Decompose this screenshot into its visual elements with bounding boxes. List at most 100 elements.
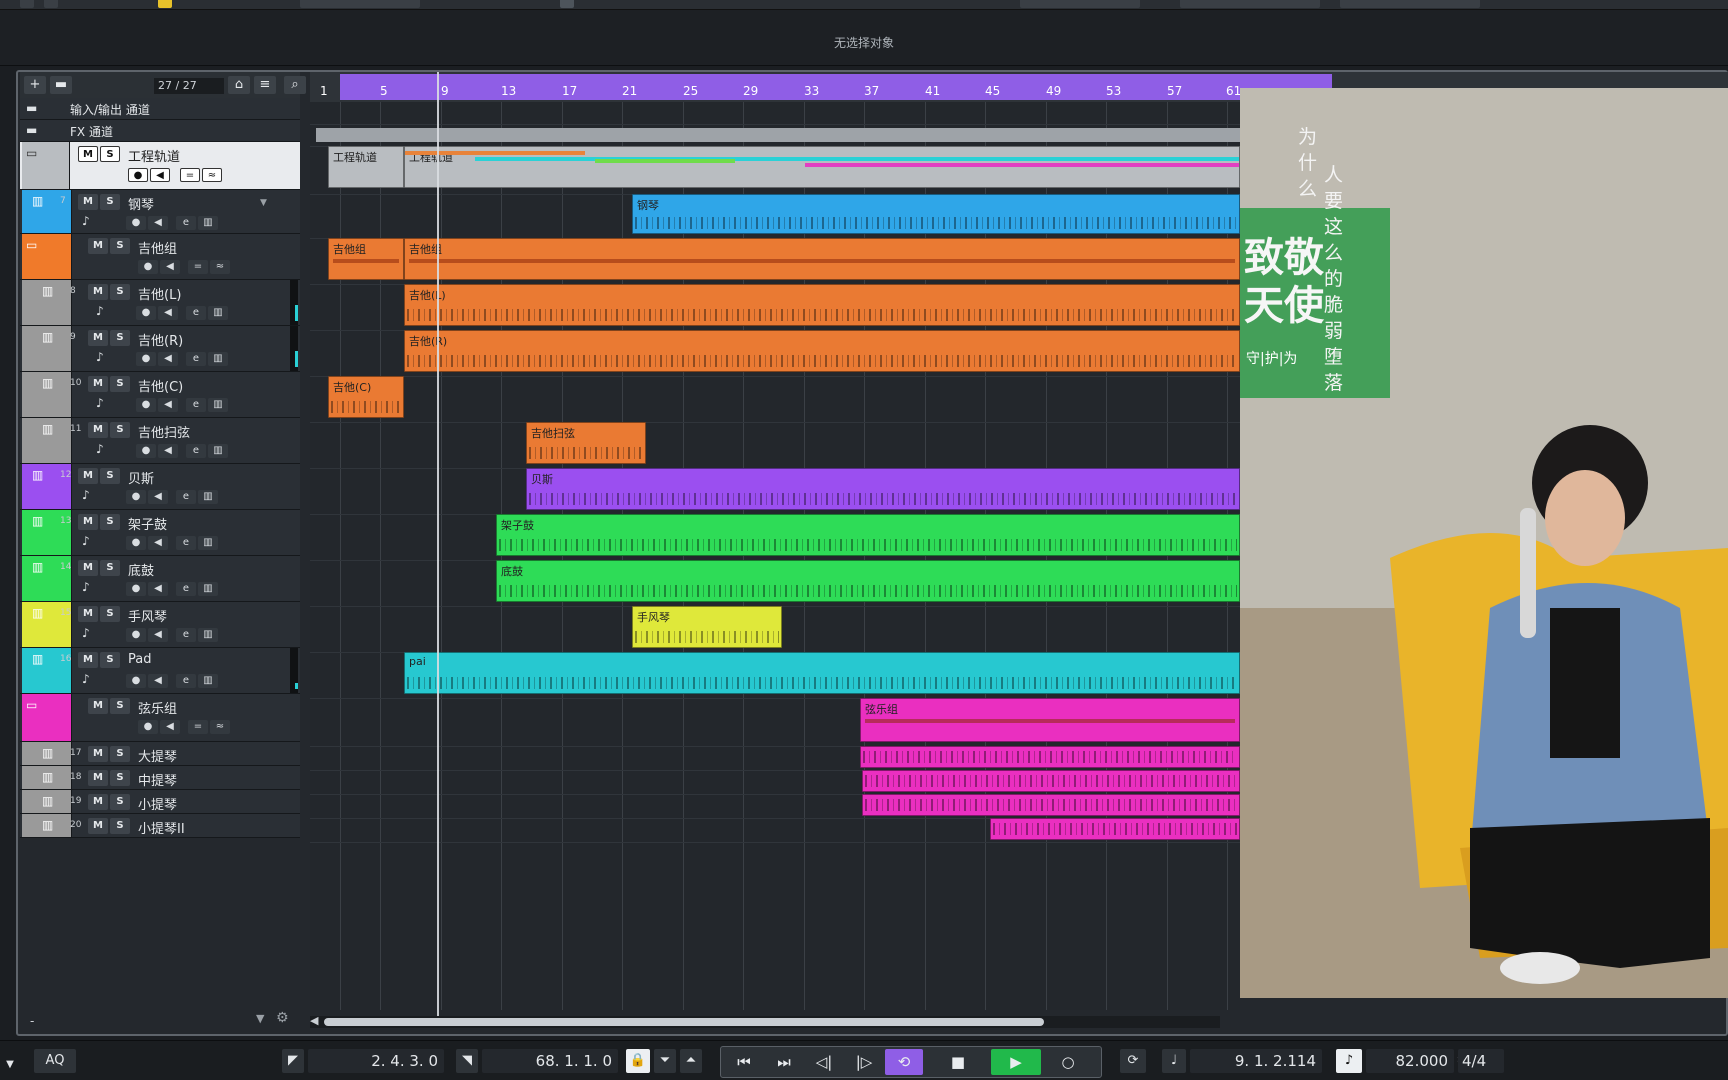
track-row[interactable]: ▭ M S 吉他组 ● ◀ = ≈ bbox=[20, 234, 300, 280]
tool-button[interactable] bbox=[560, 0, 574, 8]
solo-button[interactable]: S bbox=[100, 146, 120, 162]
scroll-left-icon[interactable]: ◀ bbox=[310, 1014, 318, 1027]
mute-button[interactable]: M bbox=[88, 238, 108, 254]
arrange-part[interactable]: 吉他组 bbox=[328, 238, 404, 280]
track-row[interactable]: ▥ 18 M S 中提琴 bbox=[20, 766, 300, 790]
folder-open-icon[interactable]: ▭ bbox=[26, 698, 37, 712]
arrange-part[interactable] bbox=[860, 746, 1240, 768]
play-icon[interactable]: ▶ bbox=[991, 1049, 1041, 1075]
arrange-part[interactable]: 吉他扫弦 bbox=[526, 422, 646, 464]
edit-button[interactable]: e bbox=[176, 536, 196, 550]
track-row[interactable]: ▬ 输入/输出 通道 bbox=[20, 98, 300, 120]
mute-button[interactable]: M bbox=[88, 422, 108, 438]
solo-button[interactable]: S bbox=[110, 238, 130, 254]
edit-button[interactable]: e bbox=[176, 490, 196, 504]
metronome-note-icon[interactable]: ♩ bbox=[1162, 1049, 1186, 1073]
right-locator-field[interactable]: 68. 1. 1. 0 bbox=[482, 1049, 618, 1073]
arrange-part[interactable]: 弦乐组 bbox=[860, 698, 1240, 742]
mute-button[interactable]: M bbox=[88, 770, 108, 786]
position-field[interactable]: 9. 1. 2.114 bbox=[1190, 1049, 1322, 1073]
editor-button[interactable]: ▥ bbox=[198, 628, 218, 642]
folder-open-icon[interactable]: ▭ bbox=[26, 146, 37, 160]
record-enable-button[interactable]: ● bbox=[138, 260, 158, 274]
edit-button[interactable]: e bbox=[176, 628, 196, 642]
edit-button[interactable]: e bbox=[186, 444, 206, 458]
track-row[interactable]: ▥ 14 M S 底鼓 ♪ ● ◀ e ▥ bbox=[20, 556, 300, 602]
monitor-button[interactable]: ◀ bbox=[148, 216, 168, 230]
mute-button[interactable]: M bbox=[78, 606, 98, 622]
editor-button[interactable]: ▥ bbox=[208, 398, 228, 412]
monitor-button[interactable]: ◀ bbox=[148, 490, 168, 504]
track-row[interactable]: ▥ 17 M S 大提琴 bbox=[20, 742, 300, 766]
mute-button[interactable]: M bbox=[78, 146, 98, 162]
punch-out-icon[interactable]: ⏶ bbox=[680, 1049, 702, 1073]
folder-open-icon[interactable]: ▭ bbox=[26, 238, 37, 252]
rewind-icon[interactable]: ◁| bbox=[805, 1049, 843, 1075]
toolbar-button-active[interactable] bbox=[158, 0, 172, 8]
record-enable-button[interactable]: ● bbox=[126, 674, 146, 688]
mute-button[interactable]: M bbox=[88, 330, 108, 346]
editor-button[interactable]: ▥ bbox=[198, 582, 218, 596]
search-icon[interactable]: ⌕ bbox=[284, 76, 306, 94]
left-locator-icon[interactable]: ◤ bbox=[282, 1049, 304, 1073]
monitor-button[interactable]: ◀ bbox=[148, 628, 168, 642]
arrange-part[interactable] bbox=[862, 794, 1240, 816]
aq-button[interactable]: AQ bbox=[34, 1049, 76, 1073]
track-row[interactable]: ▭ M S 弦乐组 ● ◀ = ≈ bbox=[20, 694, 300, 742]
track-row[interactable]: ▥ 11 M S 吉他扫弦 ♪ ● ◀ e ▥ bbox=[20, 418, 300, 464]
record-enable-button[interactable]: ● bbox=[126, 628, 146, 642]
monitor-button[interactable]: ◀ bbox=[150, 168, 170, 182]
gear-icon[interactable]: ⚙ bbox=[276, 1010, 289, 1026]
chevron-down-icon[interactable]: ▼ bbox=[2, 1053, 18, 1070]
solo-button[interactable]: S bbox=[100, 652, 120, 668]
folder-icon[interactable]: ▬ bbox=[26, 101, 37, 115]
solo-button[interactable]: S bbox=[100, 194, 120, 210]
right-locator-icon[interactable]: ◥ bbox=[456, 1049, 478, 1073]
solo-button[interactable]: S bbox=[110, 376, 130, 392]
arrange-part[interactable]: 钢琴 bbox=[632, 194, 1240, 234]
track-row[interactable]: ▥ 10 M S 吉他(C) ♪ ● ◀ e ▥ bbox=[20, 372, 300, 418]
monitor-button[interactable]: ◀ bbox=[158, 398, 178, 412]
solo-button[interactable]: S bbox=[110, 330, 130, 346]
mute-button[interactable]: M bbox=[78, 514, 98, 530]
track-row[interactable]: ▥ 8 M S 吉他(L) ♪ ● ◀ e ▥ bbox=[20, 280, 300, 326]
mute-button[interactable]: M bbox=[88, 376, 108, 392]
track-row[interactable]: ▬ FX 通道 bbox=[20, 120, 300, 142]
track-row[interactable]: ▥ 13 M S 架子鼓 ♪ ● ◀ e ▥ bbox=[20, 510, 300, 556]
record-enable-button[interactable]: ● bbox=[126, 536, 146, 550]
arrange-part[interactable]: 架子鼓 bbox=[496, 514, 1240, 556]
punch-in-icon[interactable]: ⏷ bbox=[654, 1049, 676, 1073]
mute-button[interactable]: M bbox=[78, 468, 98, 484]
editor-button[interactable]: ▥ bbox=[198, 674, 218, 688]
edit-button[interactable]: e bbox=[186, 398, 206, 412]
left-locator-field[interactable]: 2. 4. 3. 0 bbox=[308, 1049, 444, 1073]
tempo-track-icon[interactable]: ♪ bbox=[1336, 1049, 1362, 1073]
toolbar-button[interactable] bbox=[44, 0, 58, 8]
solo-button[interactable]: S bbox=[110, 422, 130, 438]
record-enable-button[interactable]: ● bbox=[128, 168, 148, 182]
monitor-button[interactable]: ◀ bbox=[158, 306, 178, 320]
track-row[interactable]: ▥ 15 M S 手风琴 ♪ ● ◀ e ▥ bbox=[20, 602, 300, 648]
editor-button[interactable]: ▥ bbox=[198, 490, 218, 504]
edit-button[interactable]: e bbox=[186, 352, 206, 366]
arrange-part[interactable]: 贝斯 bbox=[526, 468, 1240, 510]
record-enable-button[interactable]: ● bbox=[136, 444, 156, 458]
record-enable-button[interactable]: ● bbox=[126, 582, 146, 596]
list-icon[interactable]: ≡ bbox=[254, 76, 276, 94]
toolbar-button[interactable] bbox=[20, 0, 34, 8]
mute-button[interactable]: M bbox=[88, 284, 108, 300]
monitor-button[interactable]: ◀ bbox=[158, 352, 178, 366]
toolbar-dropdown[interactable] bbox=[1180, 0, 1320, 8]
arrange-part[interactable] bbox=[990, 818, 1240, 840]
editor-button[interactable]: ▥ bbox=[198, 536, 218, 550]
quantize-dropdown[interactable] bbox=[1340, 0, 1480, 8]
arrange-part[interactable] bbox=[862, 770, 1240, 792]
arrange-part[interactable]: 吉他(L) bbox=[404, 284, 1240, 326]
mute-button[interactable]: M bbox=[78, 194, 98, 210]
folder-add-icon[interactable]: ▬ bbox=[50, 76, 72, 94]
monitor-button[interactable]: ◀ bbox=[160, 720, 180, 734]
arrange-part[interactable]: pai bbox=[404, 652, 1240, 694]
toolbar-dropdown[interactable] bbox=[1020, 0, 1140, 8]
arrange-part[interactable]: 吉他(R) bbox=[404, 330, 1240, 372]
edit-button[interactable]: e bbox=[176, 582, 196, 596]
